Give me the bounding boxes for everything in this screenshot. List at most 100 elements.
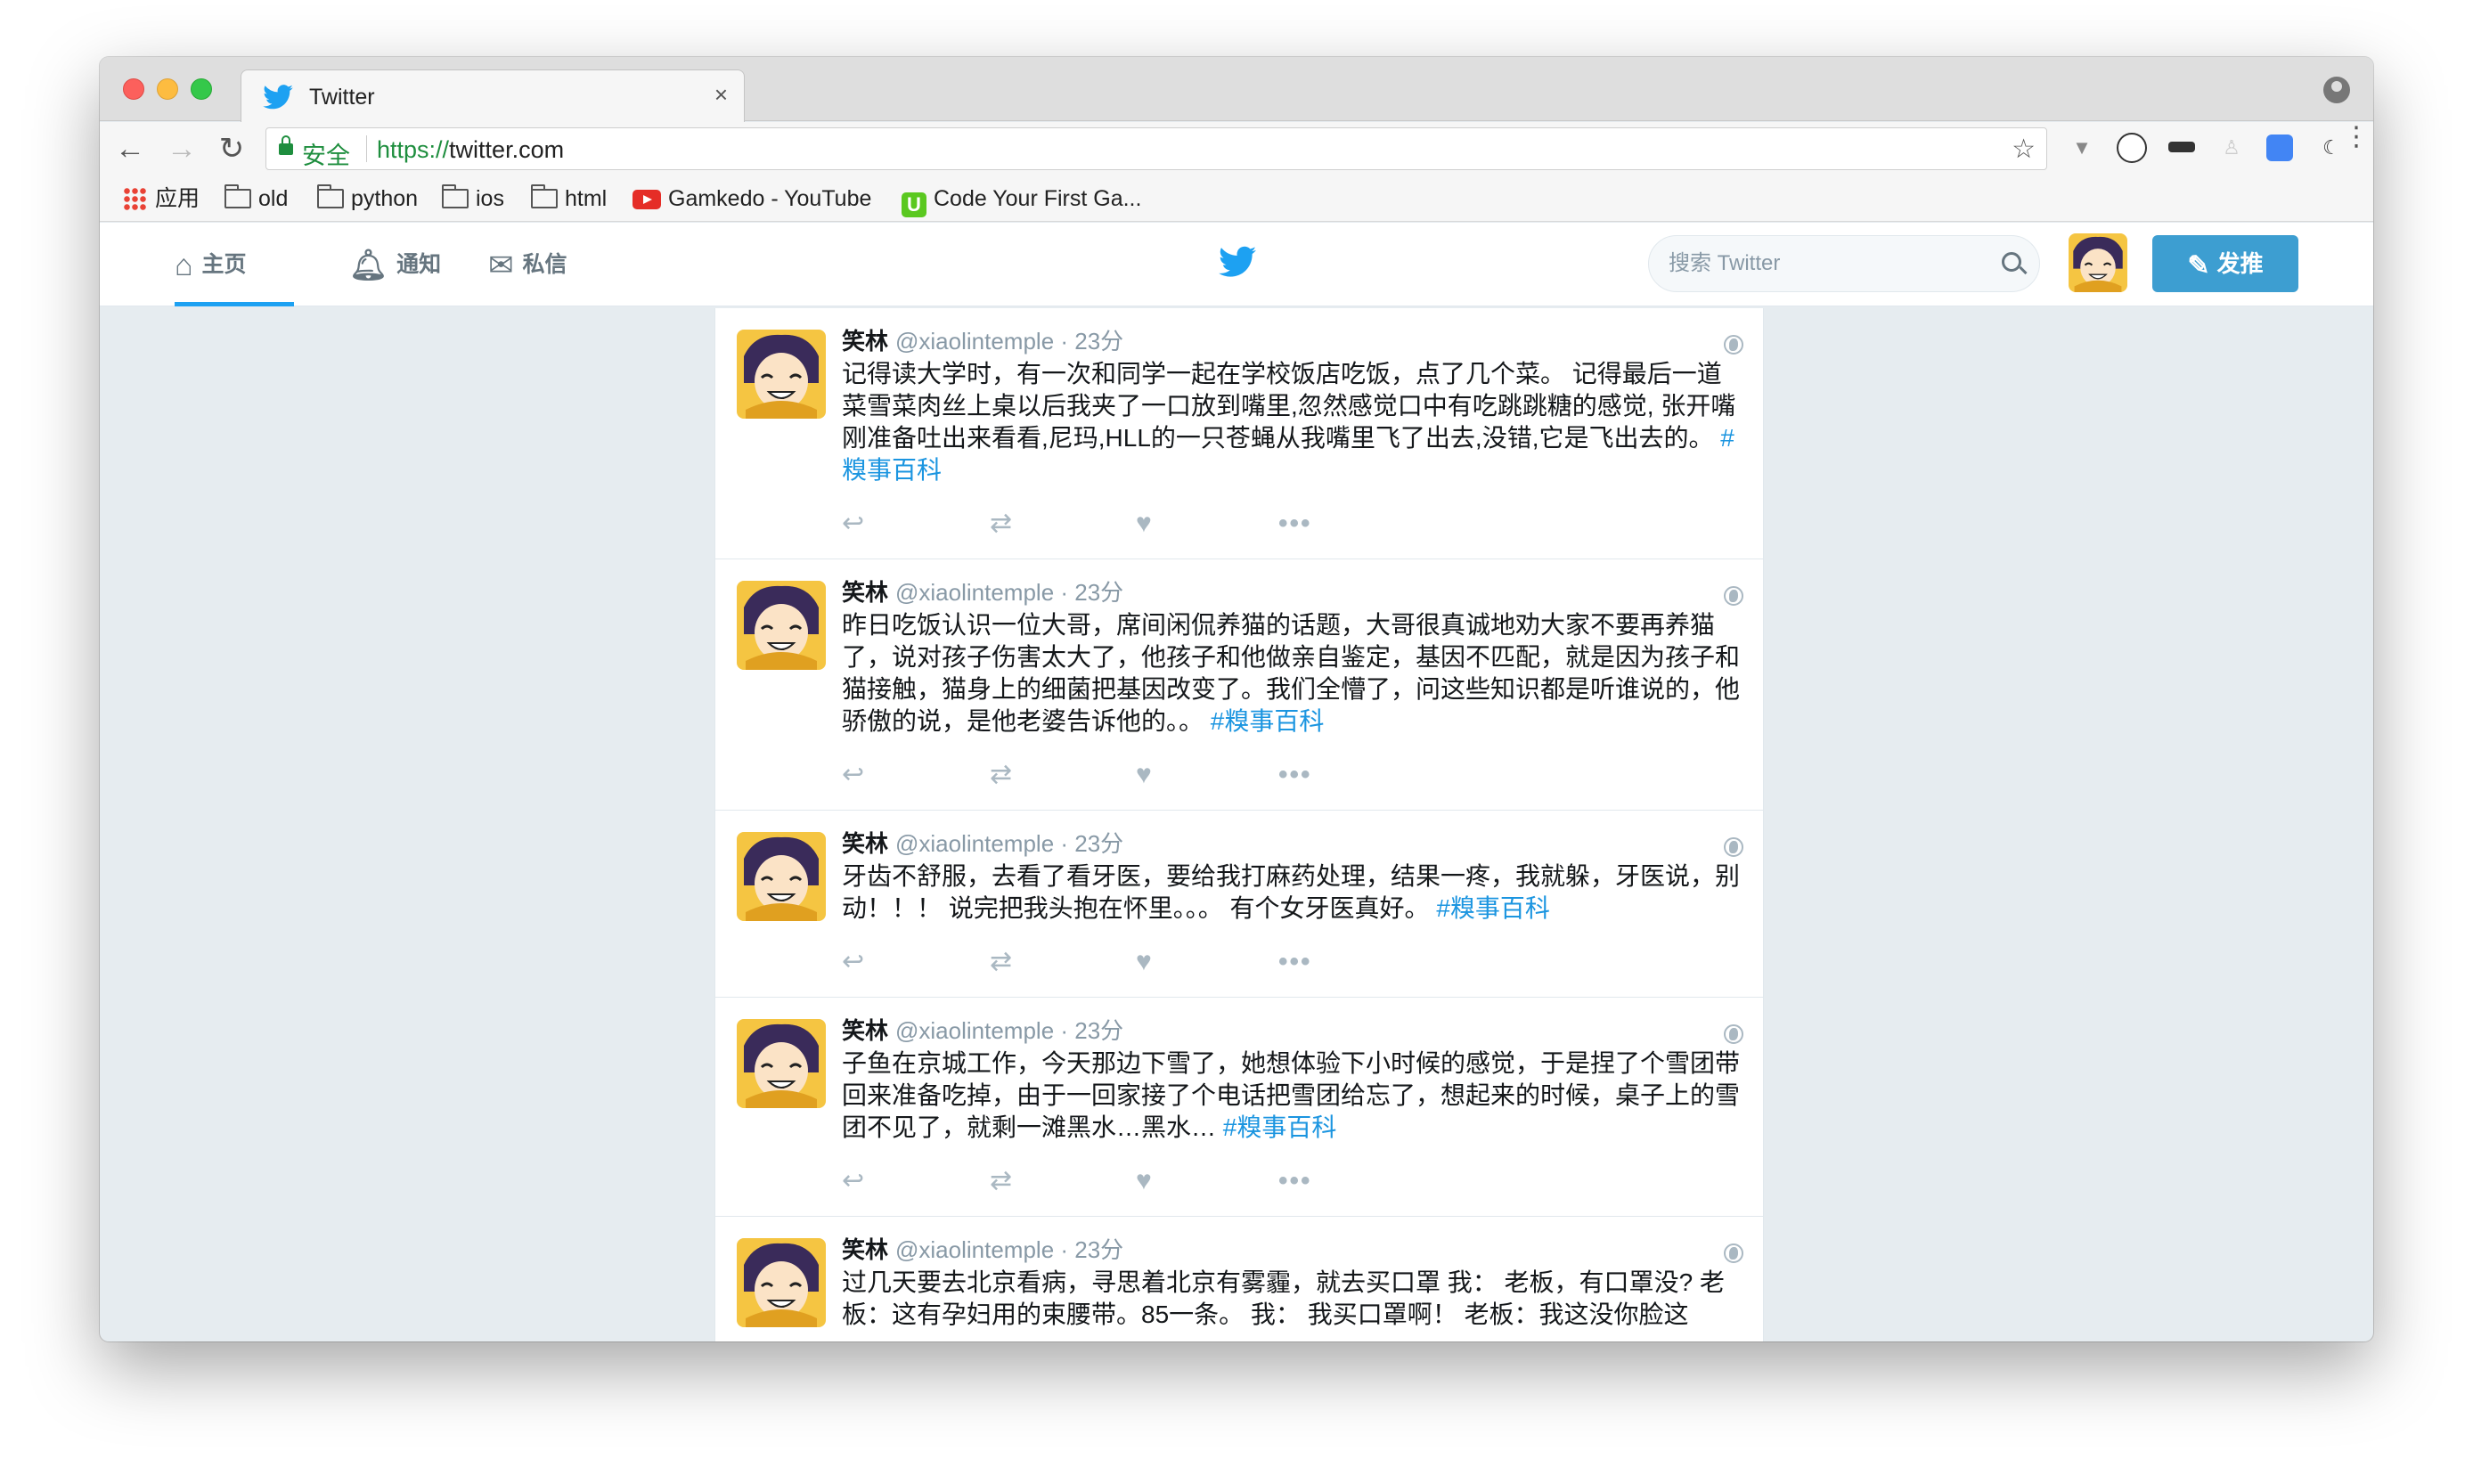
tweet-avatar[interactable] xyxy=(737,832,826,921)
more-icon[interactable]: ••• xyxy=(1278,1163,1312,1199)
bookmark-code-your-first[interactable]: U Code Your First Ga... xyxy=(902,184,1142,217)
reply-icon[interactable]: ↩ xyxy=(842,506,864,542)
bookmark-apps[interactable]: 应用 xyxy=(123,184,200,213)
like-icon[interactable]: ♥ xyxy=(1136,506,1152,542)
tweet-actions: ↩ ⇄ ♥ ••• xyxy=(842,944,1376,980)
extension-panda-icon[interactable] xyxy=(2117,133,2147,163)
tweet-text: 记得读大学时，有一次和同学一起在学校饭店吃饭，点了几个菜。 记得最后一道菜雪菜肉… xyxy=(842,358,1742,486)
tweet-author-handle[interactable]: @xiaolintemple xyxy=(895,579,1054,606)
like-icon[interactable]: ♥ xyxy=(1136,944,1152,980)
more-icon[interactable]: ••• xyxy=(1278,757,1312,793)
bookmark-label: Code Your First Ga... xyxy=(934,186,1142,211)
extension-user-icon[interactable]: ♙ xyxy=(2216,133,2247,163)
bookmark-folder-html[interactable]: html xyxy=(531,184,607,213)
nav-notifications[interactable]: 🔔︎ 通知 xyxy=(349,223,441,306)
tweet-author-name[interactable]: 笑林 xyxy=(842,579,888,606)
twitter-logo-icon[interactable] xyxy=(1219,246,1256,278)
bookmark-folder-ios[interactable]: ios xyxy=(442,184,504,213)
back-arrow-icon[interactable]: ← xyxy=(112,131,148,167)
tweet-timestamp[interactable]: · 23分 xyxy=(1054,579,1123,606)
retweet-icon[interactable]: ⇄ xyxy=(990,1163,1012,1199)
quill-icon: ✎ xyxy=(2187,251,2210,281)
bookmark-label: python xyxy=(351,186,419,211)
tweet-author-name[interactable]: 笑林 xyxy=(842,1236,888,1263)
tweet-avatar[interactable] xyxy=(737,1019,826,1108)
tweet[interactable]: 笑林 @xiaolintemple · 23分 子鱼在京城工作，今天那边下雪了，她… xyxy=(715,998,1763,1217)
reload-icon[interactable]: ↻ xyxy=(214,131,249,167)
search-input[interactable] xyxy=(1669,247,1989,281)
retweet-icon[interactable]: ⇄ xyxy=(990,944,1012,980)
bookmark-label: html xyxy=(565,186,608,211)
extension-moon-icon[interactable]: ☾ xyxy=(2316,133,2346,163)
tweet-actions: ↩ ⇄ ♥ ••• xyxy=(842,757,1376,793)
tweet-body: 记得读大学时，有一次和同学一起在学校饭店吃饭，点了几个菜。 记得最后一道菜雪菜肉… xyxy=(842,360,1736,452)
like-icon[interactable]: ♥ xyxy=(1136,757,1152,793)
tweet-text: 昨日吃饭认识一位大哥，席间闲侃养猫的话题，大哥很真诚地劝大家不要再养猫了，说对孩… xyxy=(842,609,1742,738)
globe-icon xyxy=(1724,335,1743,355)
tweet-avatar[interactable] xyxy=(737,581,826,670)
search-icon[interactable] xyxy=(2002,252,2021,272)
compose-tweet-button[interactable]: ✎ 发推 xyxy=(2152,235,2298,292)
tweet[interactable]: 笑林 @xiaolintemple · 23分 昨日吃饭认识一位大哥，席间闲侃养猫… xyxy=(715,559,1763,811)
tweet-timestamp[interactable]: · 23分 xyxy=(1054,1236,1123,1263)
tab-twitter[interactable]: Twitter × xyxy=(241,69,745,122)
folder-icon xyxy=(317,184,344,208)
bookmark-star-icon[interactable]: ☆ xyxy=(2012,134,2036,165)
tweet-timestamp[interactable]: · 23分 xyxy=(1054,1017,1123,1044)
window-minimize-button[interactable] xyxy=(157,78,178,100)
more-icon[interactable]: ••• xyxy=(1278,944,1312,980)
twitter-search xyxy=(1648,235,2040,292)
tweet-header: 笑林 @xiaolintemple · 23分 xyxy=(842,326,1123,356)
bell-icon: 🔔︎ xyxy=(349,249,388,282)
tweet-author-name[interactable]: 笑林 xyxy=(842,830,888,857)
tweet[interactable]: 笑林 @xiaolintemple · 23分 记得读大学时，有一次和同学一起在学… xyxy=(715,308,1763,559)
reply-icon[interactable]: ↩ xyxy=(842,757,864,793)
tweet-hashtag[interactable]: #糗事百科 xyxy=(1223,1113,1337,1141)
more-icon[interactable]: ••• xyxy=(1278,506,1312,542)
folder-icon xyxy=(531,184,558,208)
extension-translate-icon[interactable] xyxy=(2266,135,2293,161)
nav-messages-label: 私信 xyxy=(522,252,567,277)
window-close-button[interactable] xyxy=(123,78,144,100)
tweet-author-handle[interactable]: @xiaolintemple xyxy=(895,830,1054,857)
tweet-author-handle[interactable]: @xiaolintemple xyxy=(895,1236,1054,1263)
bookmark-folder-python[interactable]: python xyxy=(317,184,418,213)
like-icon[interactable]: ♥ xyxy=(1136,1163,1152,1199)
retweet-icon[interactable]: ⇄ xyxy=(990,757,1012,793)
forward-arrow-icon[interactable]: → xyxy=(164,131,200,167)
url-text[interactable]: https://twitter.com xyxy=(377,136,564,164)
tweet-hashtag[interactable]: #糗事百科 xyxy=(1211,707,1325,735)
tweet-author-name[interactable]: 笑林 xyxy=(842,1017,888,1044)
tweet-author-name[interactable]: 笑林 xyxy=(842,328,888,355)
tweet-body: 牙齿不舒服，去看了看牙医，要给我打麻药处理，结果一疼，我就躲，牙医说，别动！！！… xyxy=(842,862,1741,922)
profile-icon[interactable] xyxy=(2323,77,2350,103)
avatar-image xyxy=(737,1019,826,1108)
tweet-avatar[interactable] xyxy=(737,1238,826,1327)
avatar-image xyxy=(2069,233,2127,292)
bookmarks-bar: 应用 old python ios html Gamkedo - YouTube… xyxy=(100,175,2373,222)
avatar-image xyxy=(737,330,826,419)
nav-home[interactable]: ⌂ 主页 xyxy=(175,223,294,306)
tweet[interactable]: 笑林 @xiaolintemple · 23分 过几天要去北京看病，寻思着北京有雾… xyxy=(715,1217,1763,1341)
reply-icon[interactable]: ↩ xyxy=(842,1163,864,1199)
tweet-timestamp[interactable]: · 23分 xyxy=(1054,830,1123,857)
tweet-avatar[interactable] xyxy=(737,330,826,419)
tab-close-icon[interactable]: × xyxy=(714,81,728,109)
tweet-header: 笑林 @xiaolintemple · 23分 xyxy=(842,1235,1123,1265)
tweet[interactable]: 笑林 @xiaolintemple · 23分 牙齿不舒服，去看了看牙医，要给我打… xyxy=(715,811,1763,998)
extension-mask-icon[interactable] xyxy=(2167,133,2197,163)
reply-icon[interactable]: ↩ xyxy=(842,944,864,980)
tweet-hashtag[interactable]: #糗事百科 xyxy=(1436,894,1550,922)
bookmark-folder-old[interactable]: old xyxy=(224,184,288,213)
retweet-icon[interactable]: ⇄ xyxy=(990,506,1012,542)
extension-v-icon[interactable]: ▼ xyxy=(2067,133,2097,163)
tweet-author-handle[interactable]: @xiaolintemple xyxy=(895,328,1054,355)
tweet-timestamp[interactable]: · 23分 xyxy=(1054,328,1123,355)
nav-messages[interactable]: ✉ 私信 xyxy=(488,223,567,306)
browser-menu-icon[interactable]: ⋮ xyxy=(2343,124,2370,151)
address-bar[interactable]: 安全 https://twitter.com ☆ xyxy=(265,127,2047,170)
user-avatar[interactable] xyxy=(2069,233,2127,292)
bookmark-youtube[interactable]: Gamkedo - YouTube xyxy=(633,184,871,213)
tweet-author-handle[interactable]: @xiaolintemple xyxy=(895,1017,1054,1044)
window-maximize-button[interactable] xyxy=(191,78,212,100)
